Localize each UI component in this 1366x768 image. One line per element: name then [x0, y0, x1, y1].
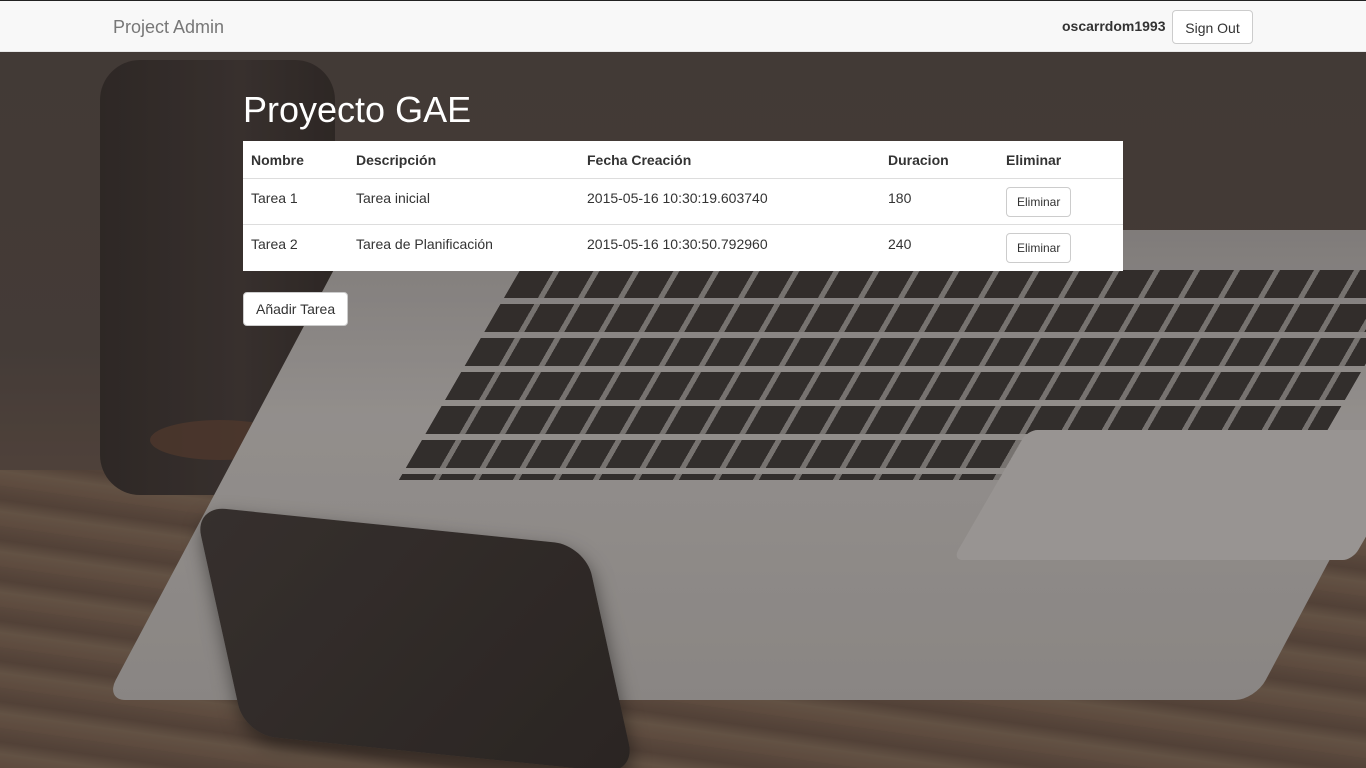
sign-out-button[interactable]: Sign Out	[1172, 10, 1253, 44]
cell-descripcion: Tarea de Planificación	[348, 224, 579, 271]
cell-action: Eliminar	[998, 179, 1123, 225]
top-navbar: Project Admin oscarrdom1993 Sign Out	[0, 0, 1366, 52]
background-photo	[0, 0, 1366, 768]
cell-duracion: 240	[880, 224, 998, 271]
cell-action: Eliminar	[998, 224, 1123, 271]
delete-task-button[interactable]: Eliminar	[1006, 233, 1072, 263]
cell-nombre: Tarea 1	[251, 190, 298, 206]
table-header-row: Nombre Descripción Fecha Creación Duraci…	[243, 141, 1123, 179]
header-descripcion: Descripción	[348, 141, 579, 179]
table-row: Tarea 2 Tarea de Planificación 2015-05-1…	[243, 224, 1123, 271]
brand-link[interactable]: Project Admin	[113, 17, 224, 38]
cell-descripcion: Tarea inicial	[356, 190, 430, 206]
header-duracion: Duracion	[880, 141, 998, 179]
username-label: oscarrdom1993	[1062, 18, 1166, 34]
page-title: Proyecto GAE	[243, 89, 472, 130]
add-task-button[interactable]: Añadir Tarea	[243, 292, 349, 326]
cell-fecha: 2015-05-16 10:30:19.603740	[587, 190, 768, 206]
header-nombre: Nombre	[243, 141, 348, 179]
cell-duracion: 180	[888, 190, 912, 206]
header-fecha-creacion: Fecha Creación	[579, 141, 880, 179]
cell-nombre: Tarea 2	[243, 224, 348, 271]
delete-task-button[interactable]: Eliminar	[1006, 187, 1072, 217]
background-overlay	[0, 0, 1366, 768]
header-eliminar: Eliminar	[998, 141, 1123, 179]
tasks-table: Nombre Descripción Fecha Creación Duraci…	[243, 141, 1123, 271]
cell-fecha: 2015-05-16 10:30:50.792960	[579, 224, 880, 271]
table-row: Tarea 1 Tarea inicial 2015-05-16 10:30:1…	[243, 179, 1123, 225]
